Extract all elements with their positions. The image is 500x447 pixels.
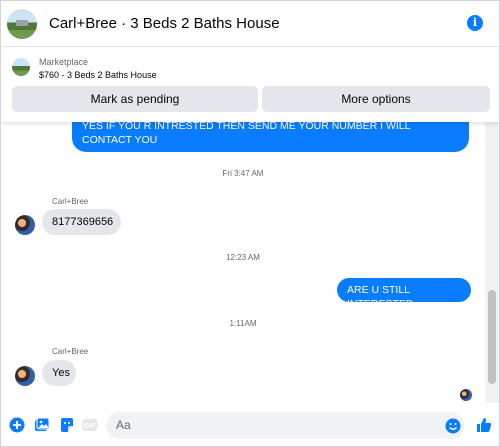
conversation-title[interactable]: Carl+Bree · 3 Beds 2 Baths House xyxy=(49,15,280,32)
listing-thumbnail[interactable] xyxy=(12,58,30,76)
mark-as-pending-button[interactable]: Mark as pending xyxy=(12,86,258,112)
incoming-message[interactable]: 8177369656 xyxy=(42,209,121,235)
message-composer: GIF xyxy=(1,403,499,446)
outgoing-message[interactable]: ARE U STILL INTERESTED xyxy=(337,278,471,310)
chat-header: Carl+Bree · 3 Beds 2 Baths House i xyxy=(1,1,499,47)
read-receipt-avatar xyxy=(460,389,472,401)
svg-text:GIF: GIF xyxy=(84,423,96,430)
chat-window: Carl+Bree · 3 Beds 2 Baths House i Marke… xyxy=(0,0,500,447)
like-icon[interactable] xyxy=(475,416,492,432)
listing-description[interactable]: $760 - 3 Beds 2 Baths House xyxy=(39,70,157,80)
more-options-button[interactable]: More options xyxy=(262,86,490,112)
sticker-icon[interactable] xyxy=(59,417,75,433)
sender-avatar[interactable] xyxy=(15,366,35,386)
marketplace-label: Marketplace xyxy=(39,57,89,67)
scrollbar-thumb[interactable] xyxy=(488,290,496,384)
message-list[interactable]: YES IF YOU R INTRESTED THEN SEND ME YOUR… xyxy=(1,122,485,403)
sender-name: Carl+Bree xyxy=(52,347,89,356)
message-scrollbar[interactable] xyxy=(485,122,499,403)
sender-name: Carl+Bree xyxy=(52,197,89,206)
outgoing-message[interactable]: YES IF YOU R INTRESTED THEN SEND ME YOUR… xyxy=(72,122,469,152)
message-input[interactable] xyxy=(106,412,464,439)
message-timestamp: Fri 3:47 AM xyxy=(222,169,264,178)
incoming-message[interactable]: Yes xyxy=(42,360,76,386)
info-icon[interactable]: i xyxy=(467,15,483,31)
message-timestamp: 12:23 AM xyxy=(226,253,260,262)
photo-icon[interactable] xyxy=(34,417,50,433)
marketplace-listing-card: Marketplace $760 - 3 Beds 2 Baths House … xyxy=(1,48,499,122)
plus-icon[interactable] xyxy=(9,417,25,433)
sender-avatar[interactable] xyxy=(15,215,35,235)
message-timestamp: 1:11AM xyxy=(229,319,257,328)
listing-avatar[interactable] xyxy=(7,9,37,39)
emoji-icon[interactable] xyxy=(445,418,461,434)
gif-icon[interactable]: GIF xyxy=(82,417,98,433)
